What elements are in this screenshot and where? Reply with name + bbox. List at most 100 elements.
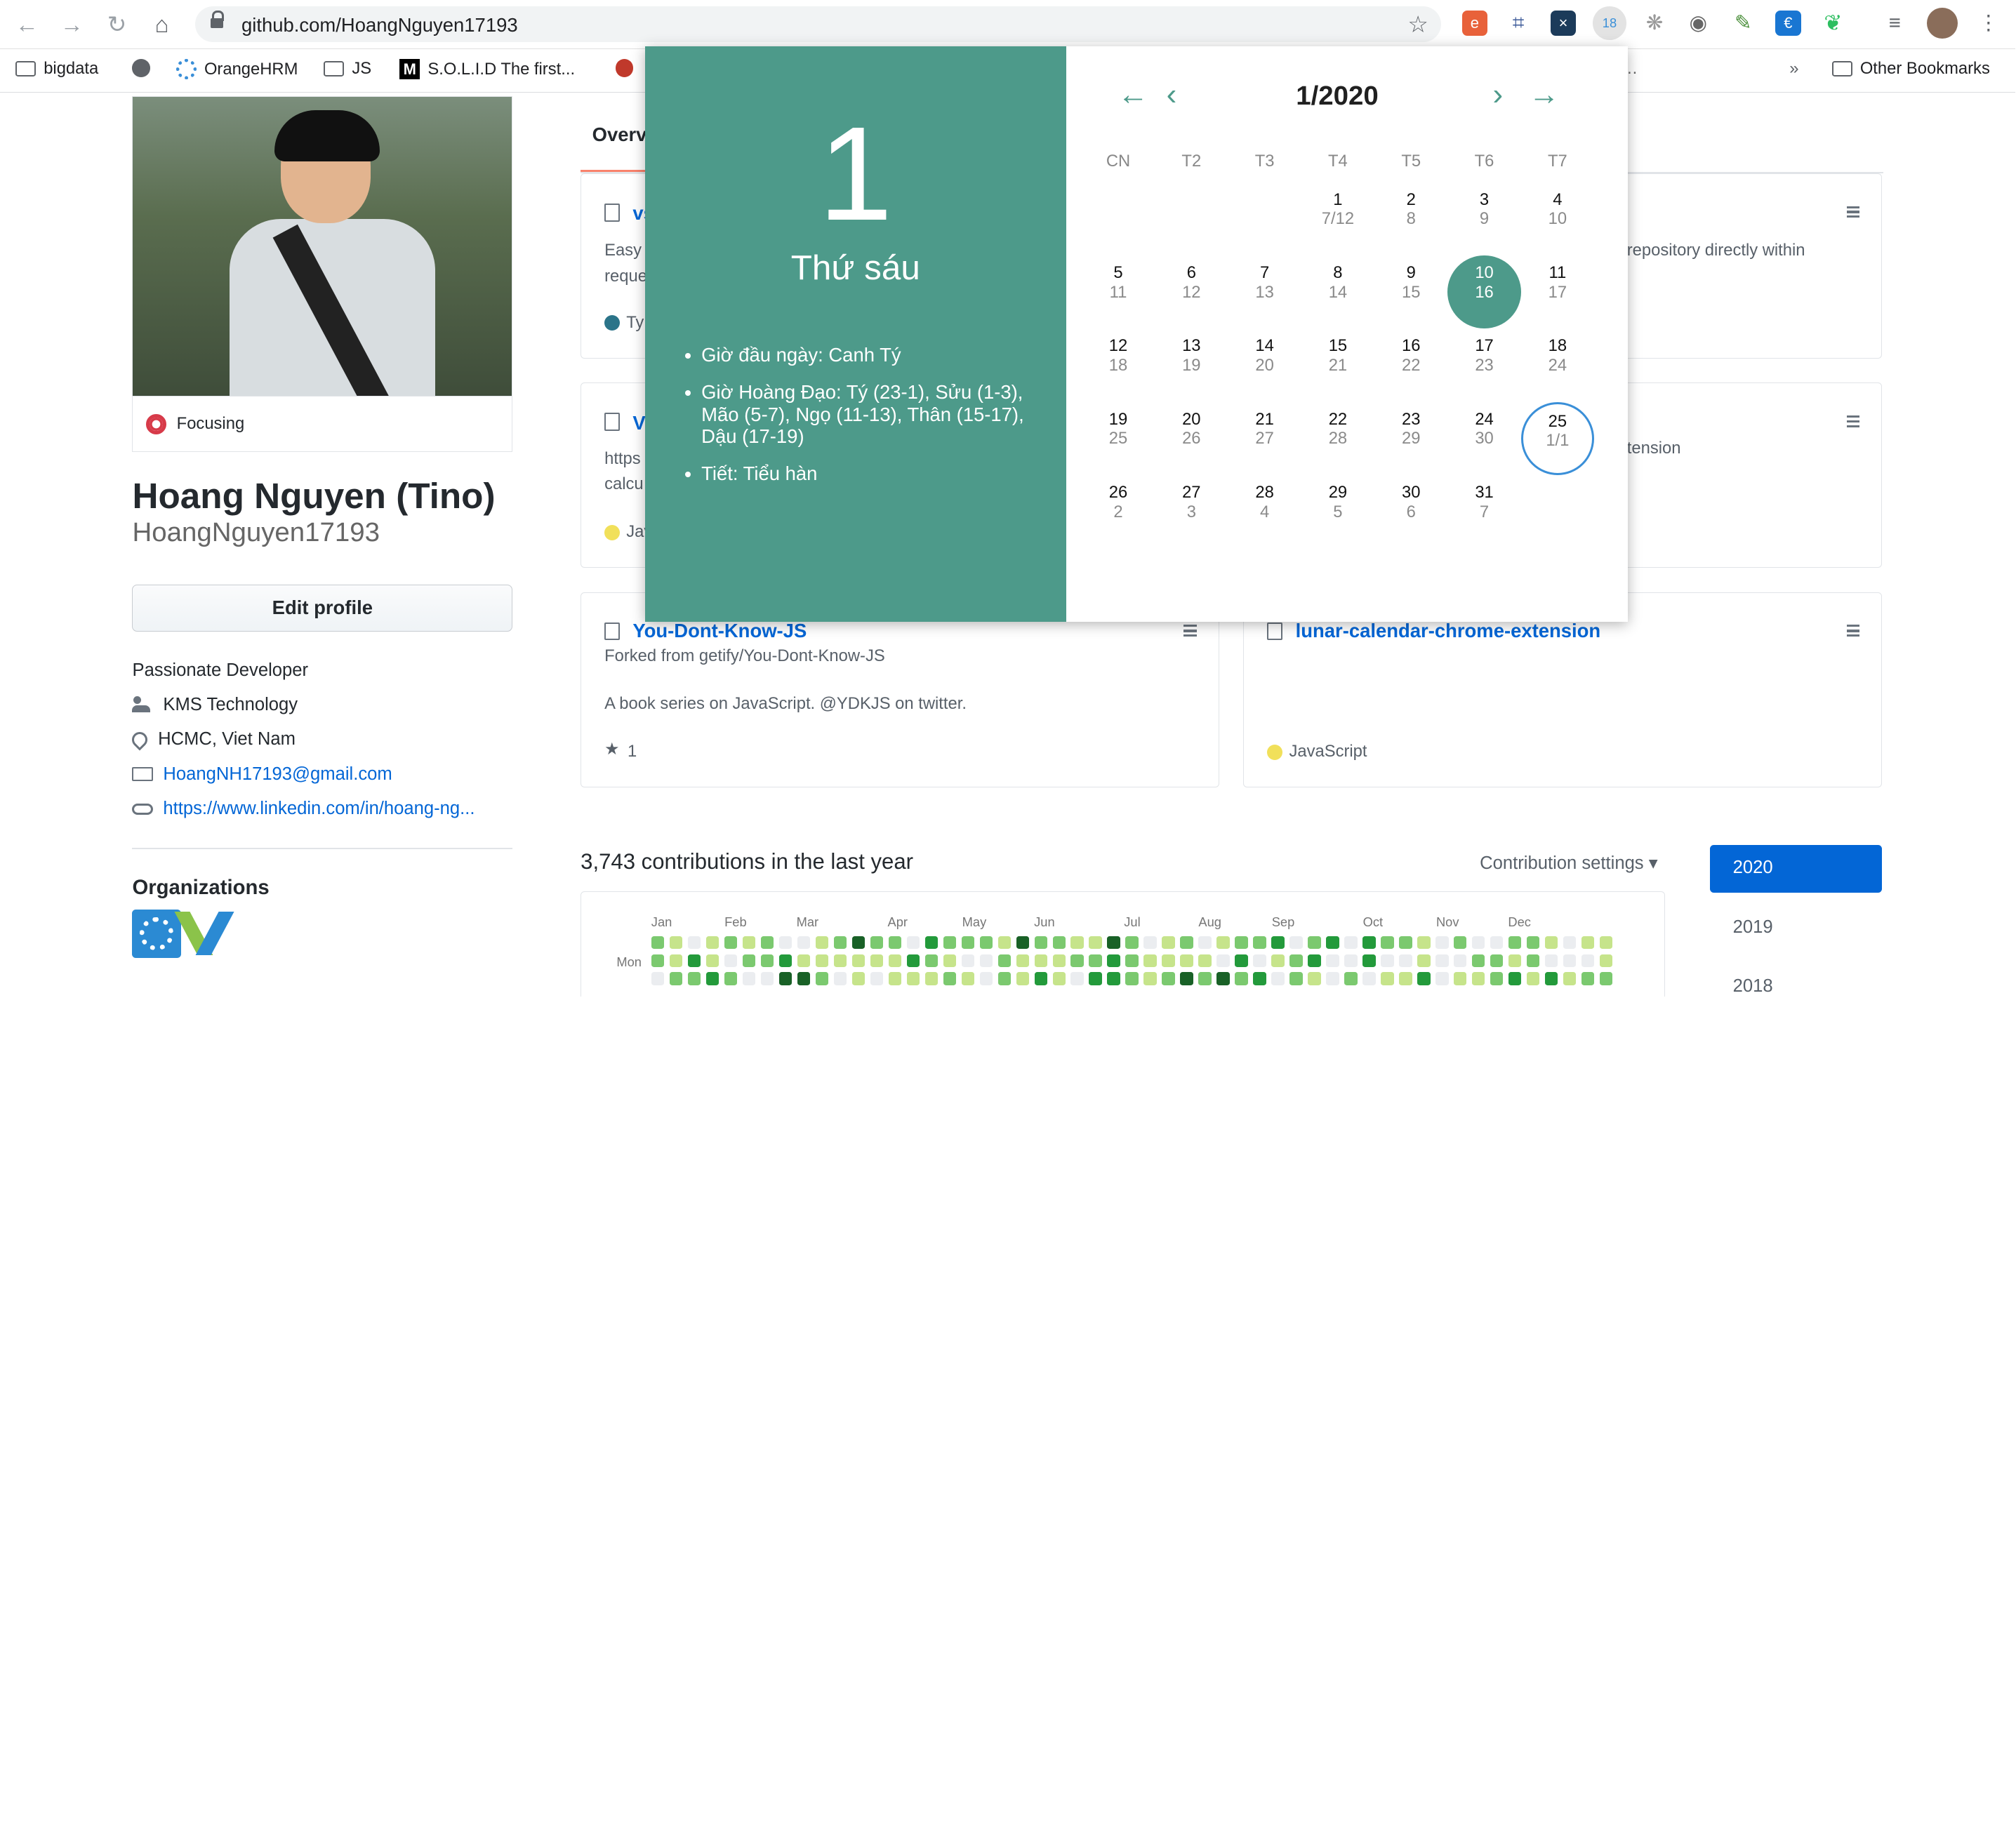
contribution-cell[interactable] <box>888 936 901 950</box>
calendar-day[interactable]: 15 21 <box>1301 328 1374 401</box>
calendar-day-marked[interactable]: 25 1/1 <box>1520 401 1594 476</box>
contribution-cell[interactable] <box>1235 972 1248 985</box>
contribution-cell[interactable] <box>1362 972 1376 985</box>
forward-arrow-icon[interactable]: → <box>58 11 86 39</box>
contribution-cell[interactable] <box>1180 954 1193 967</box>
contribution-cell[interactable] <box>1527 954 1540 967</box>
calendar-day[interactable]: 13 19 <box>1155 328 1228 401</box>
repo-name-link[interactable]: You-Dont-Know-JS <box>632 620 807 642</box>
contribution-cell[interactable] <box>1089 954 1102 967</box>
contribution-cell[interactable] <box>888 954 901 967</box>
calendar-day[interactable]: 12 18 <box>1082 328 1155 401</box>
contribution-cell[interactable] <box>906 972 920 985</box>
contribution-cell[interactable] <box>979 954 993 967</box>
contribution-cell[interactable] <box>1162 972 1175 985</box>
contribution-cell[interactable] <box>1180 972 1193 985</box>
contribution-cell[interactable] <box>1070 936 1084 950</box>
home-icon[interactable]: ⌂ <box>147 11 175 39</box>
calendar-day[interactable]: 28 4 <box>1228 475 1301 548</box>
website-link[interactable]: https://www.linkedin.com/in/hoang-ng... <box>163 799 475 819</box>
contribution-cell[interactable] <box>1308 936 1321 950</box>
contribution-cell[interactable] <box>1454 936 1467 950</box>
contribution-cell[interactable] <box>1490 954 1504 967</box>
contribution-cell[interactable] <box>1289 936 1303 950</box>
contribution-cell[interactable] <box>1162 954 1175 967</box>
extension-e-icon[interactable]: e <box>1461 10 1488 36</box>
back-arrow-icon[interactable]: ← <box>13 11 41 39</box>
contribution-cell[interactable] <box>687 936 701 950</box>
contribution-cell[interactable] <box>1508 954 1522 967</box>
contribution-cell[interactable] <box>943 972 956 985</box>
contribution-cell[interactable] <box>1216 972 1230 985</box>
contribution-cell[interactable] <box>1253 972 1266 985</box>
menu-dots-icon[interactable]: ⋮ <box>1976 11 2002 36</box>
calendar-day[interactable]: 39 <box>1447 182 1520 255</box>
contribution-cell[interactable] <box>1125 936 1139 950</box>
contribution-cell[interactable] <box>1289 954 1303 967</box>
contribution-cell[interactable] <box>724 936 738 950</box>
contribution-cell[interactable] <box>1162 936 1175 950</box>
bookmark-globe[interactable] <box>132 59 151 77</box>
reload-icon[interactable]: ↻ <box>102 11 131 39</box>
contribution-cell[interactable] <box>997 954 1011 967</box>
year-2018-link[interactable]: 2018 <box>1733 976 1773 997</box>
contribution-cell[interactable] <box>851 936 865 950</box>
contribution-cell[interactable] <box>961 954 974 967</box>
contribution-cell[interactable] <box>833 954 847 967</box>
calendar-day[interactable]: 17 23 <box>1447 328 1520 401</box>
contribution-cell[interactable] <box>1508 972 1522 985</box>
contribution-cell[interactable] <box>1253 954 1266 967</box>
contribution-cell[interactable] <box>979 936 993 950</box>
contribution-cell[interactable] <box>705 972 719 985</box>
contribution-cell[interactable] <box>1198 954 1212 967</box>
contribution-cell[interactable] <box>924 972 938 985</box>
next-month-chevron-icon[interactable]: › <box>1492 79 1503 110</box>
user-status[interactable]: Focusing <box>132 397 513 453</box>
calculator-extension-icon[interactable]: × <box>1550 10 1577 36</box>
contribution-cell[interactable] <box>943 954 956 967</box>
contribution-cell[interactable] <box>997 972 1011 985</box>
contribution-cell[interactable] <box>778 954 792 967</box>
contribution-cell[interactable] <box>1125 954 1139 967</box>
calendar-day[interactable]: 7 13 <box>1228 255 1301 328</box>
calendar-day[interactable]: 14 20 <box>1228 328 1301 401</box>
calendar-day[interactable]: 26 2 <box>1082 475 1155 548</box>
calendar-day[interactable]: 8 14 <box>1301 255 1374 328</box>
contribution-cell[interactable] <box>870 954 883 967</box>
contribution-cell[interactable] <box>1125 972 1139 985</box>
calendar-day[interactable]: 29 5 <box>1301 475 1374 548</box>
crop-tool-icon[interactable]: ⌗ <box>1506 11 1532 36</box>
contribution-cell[interactable] <box>1052 936 1066 950</box>
contribution-cell[interactable] <box>760 954 774 967</box>
contribution-cell[interactable] <box>1034 972 1047 985</box>
contribution-cell[interactable] <box>742 936 756 950</box>
calendar-day[interactable]: 23 29 <box>1374 402 1447 475</box>
contribution-cell[interactable] <box>1581 972 1595 985</box>
contribution-cell[interactable] <box>705 954 719 967</box>
contribution-cell[interactable] <box>1107 972 1120 985</box>
contribution-cell[interactable] <box>1326 972 1339 985</box>
contribution-cell[interactable] <box>1417 954 1431 967</box>
contribution-cell[interactable] <box>833 972 847 985</box>
drag-handle-icon[interactable] <box>1846 625 1859 637</box>
contribution-cell[interactable] <box>1399 936 1412 950</box>
contribution-cell[interactable] <box>1271 972 1285 985</box>
contribution-cell[interactable] <box>870 936 883 950</box>
contribution-cell[interactable] <box>1435 972 1449 985</box>
contribution-cell[interactable] <box>924 954 938 967</box>
contribution-cell[interactable] <box>1490 936 1504 950</box>
contribution-cell[interactable] <box>1362 954 1376 967</box>
calendar-day[interactable]: 16 22 <box>1374 328 1447 401</box>
contribution-cell[interactable] <box>687 954 701 967</box>
contribution-cell[interactable] <box>742 954 756 967</box>
contribution-cell[interactable] <box>1198 972 1212 985</box>
calendar-day[interactable]: 28 <box>1374 182 1447 255</box>
contribution-cell[interactable] <box>961 936 974 950</box>
contribution-cell[interactable] <box>1381 954 1394 967</box>
contribution-cell[interactable] <box>1216 954 1230 967</box>
contribution-cell[interactable] <box>651 936 665 950</box>
contribution-cell[interactable] <box>1107 936 1120 950</box>
contribution-cell[interactable] <box>1581 936 1595 950</box>
contribution-cell[interactable] <box>742 972 756 985</box>
contribution-cell[interactable] <box>1235 936 1248 950</box>
